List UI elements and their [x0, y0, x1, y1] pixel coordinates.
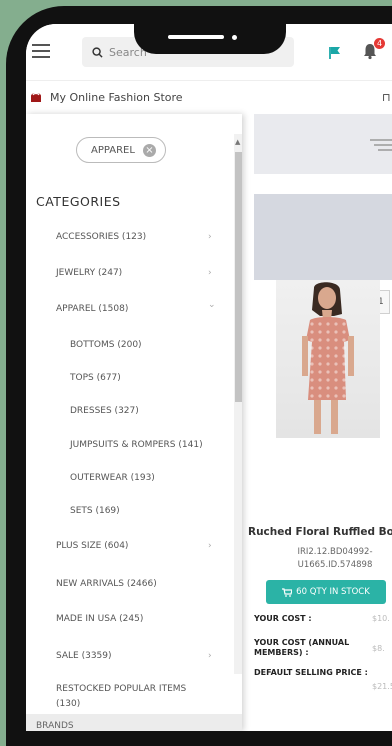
- active-filter-chip[interactable]: APPAREL ×: [76, 137, 166, 163]
- scroll-up-icon[interactable]: ▲: [235, 138, 240, 146]
- flag-icon[interactable]: [328, 46, 342, 60]
- categories-heading: CATEGORIES: [36, 194, 121, 209]
- product-sku: IRI2.12.BD04992- U1665.ID.574898: [280, 546, 390, 572]
- notification-badge: 4: [374, 38, 385, 49]
- subcategory-sets[interactable]: SETS (169): [70, 506, 120, 516]
- product-title[interactable]: Ruched Floral Ruffled Bo: [248, 526, 392, 538]
- product-image[interactable]: [276, 280, 380, 438]
- category-restocked-popular[interactable]: RESTOCKED POPULAR ITEMS: [56, 684, 186, 694]
- promo-banner[interactable]: [254, 194, 392, 280]
- subcategory-jumpsuits-rompers[interactable]: JUMPSUITS & ROMPERS (141): [70, 440, 203, 450]
- subcategory-tops[interactable]: TOPS (677): [70, 373, 121, 383]
- app-screen: Search 4 My Online Fashion Store ⊓ Ruche…: [26, 24, 392, 731]
- category-apparel[interactable]: APPAREL (1508): [56, 304, 128, 314]
- annual-cost-label-line2: MEMBERS) :: [254, 648, 309, 657]
- model-photo: [302, 282, 354, 434]
- filter-icon[interactable]: [370, 138, 392, 152]
- scrollbar-thumb[interactable]: [235, 152, 242, 402]
- pin-icon[interactable]: ⊓: [382, 91, 391, 104]
- your-cost-value: $10.: [372, 614, 390, 623]
- annual-cost-label: YOUR COST (ANNUAL MEMBERS) :: [254, 638, 349, 658]
- subcategory-dresses[interactable]: DRESSES (327): [70, 406, 139, 416]
- store-name[interactable]: My Online Fashion Store: [50, 91, 183, 104]
- stock-label: 60 QTY IN STOCK: [296, 587, 370, 597]
- phone-notch: [134, 12, 286, 54]
- chevron-right-icon[interactable]: ›: [208, 232, 212, 242]
- speaker-grille: [168, 35, 224, 39]
- front-camera: [232, 35, 237, 40]
- default-price-value: $21.5: [372, 682, 392, 691]
- filter-chip-label: APPAREL: [91, 144, 135, 156]
- your-cost-label: YOUR COST :: [254, 614, 312, 623]
- brands-section[interactable]: BRANDS: [26, 714, 242, 731]
- category-jewelry[interactable]: JEWELRY (247): [56, 268, 122, 278]
- category-accessories[interactable]: ACCESSORIES (123): [56, 232, 146, 242]
- category-new-arrivals[interactable]: NEW ARRIVALS (2466): [56, 579, 157, 589]
- cart-icon: [282, 587, 293, 597]
- chevron-right-icon[interactable]: ›: [208, 541, 212, 551]
- annual-cost-value: $8.: [372, 644, 385, 653]
- product-sku-line2: U1665.ID.574898: [297, 560, 373, 570]
- phone-frame: Search 4 My Online Fashion Store ⊓ Ruche…: [6, 6, 392, 746]
- category-restocked-count[interactable]: (130): [56, 699, 80, 709]
- subcategory-outerwear[interactable]: OUTERWEAR (193): [70, 473, 155, 483]
- search-icon: [92, 46, 103, 58]
- subcategory-bottoms[interactable]: BOTTOMS (200): [70, 340, 142, 350]
- store-bar: My Online Fashion Store ⊓: [26, 80, 392, 116]
- chevron-right-icon[interactable]: ›: [208, 651, 212, 661]
- close-icon[interactable]: ×: [142, 143, 156, 157]
- category-plus-size[interactable]: PLUS SIZE (604): [56, 541, 128, 551]
- chevron-down-icon[interactable]: ⌄: [208, 300, 216, 310]
- stock-button[interactable]: 60 QTY IN STOCK: [266, 580, 386, 604]
- category-made-in-usa[interactable]: MADE IN USA (245): [56, 614, 143, 624]
- category-drawer: ▲ APPAREL × CATEGORIES ACCESSORIES (123)…: [26, 114, 242, 731]
- default-price-label: DEFAULT SELLING PRICE :: [254, 668, 368, 677]
- store-logo-icon: [31, 92, 41, 102]
- annual-cost-label-line1: YOUR COST (ANNUAL: [254, 638, 350, 647]
- chevron-right-icon[interactable]: ›: [208, 268, 212, 278]
- product-sku-line1: IRI2.12.BD04992-: [297, 547, 373, 557]
- menu-icon[interactable]: [32, 44, 50, 62]
- category-sale[interactable]: SALE (3359): [56, 651, 112, 661]
